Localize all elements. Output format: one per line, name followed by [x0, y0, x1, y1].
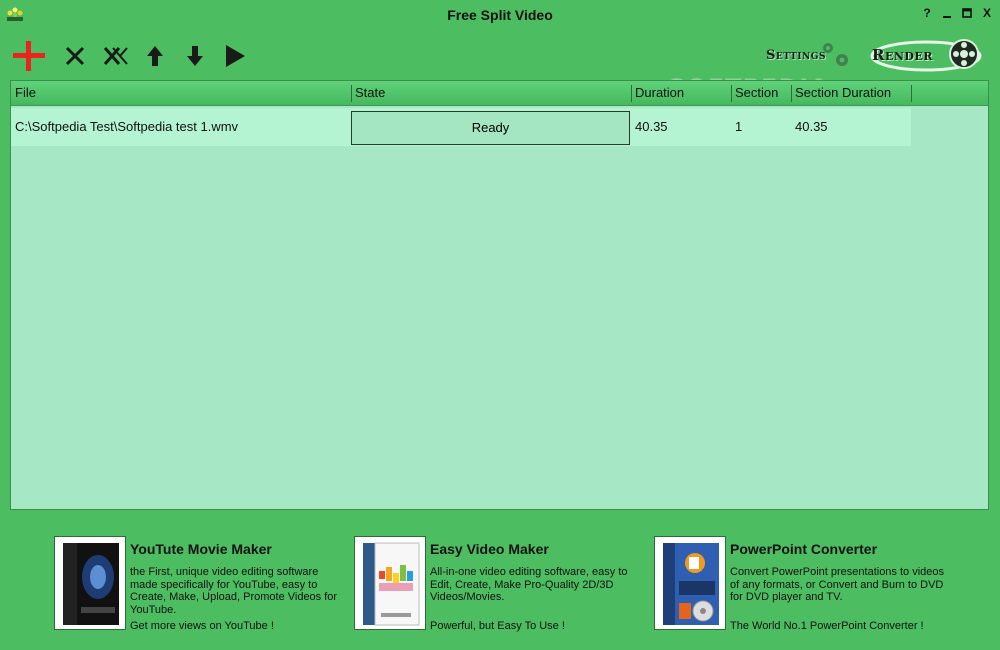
promo-powerpoint-converter[interactable]: PowerPoint Converter Convert PowerPoint … [654, 534, 945, 632]
column-header-file[interactable]: File [11, 81, 351, 106]
settings-button[interactable]: Settings [766, 40, 852, 70]
cell-section: 1 [735, 119, 743, 134]
column-header-section-duration[interactable]: Section Duration [791, 81, 911, 106]
plus-icon [13, 41, 45, 71]
easy-video-maker-box-icon [363, 542, 420, 626]
promo-tagline: Powerful, but Easy To Use ! [430, 620, 565, 632]
youtube-movie-maker-box-icon [63, 543, 119, 625]
render-label: Render [872, 46, 933, 64]
promo-youtube-movie-maker[interactable]: YouTute Movie Maker the First, unique vi… [54, 534, 344, 632]
promo-description: the First, unique video editing software… [130, 566, 338, 616]
render-button[interactable]: Render [868, 36, 984, 74]
file-list-grid[interactable]: File State Duration Section Section Dura… [10, 80, 989, 510]
promo-title[interactable]: YouTute Movie Maker [130, 541, 272, 557]
column-separator[interactable] [911, 85, 912, 102]
minimize-button[interactable] [940, 6, 954, 20]
cell-duration: 40.35 [635, 119, 668, 134]
gear-icon [823, 43, 848, 66]
table-row[interactable]: C:\Softpedia Test\Softpedia test 1.wmv R… [11, 108, 911, 146]
promo-easy-video-maker[interactable]: Easy Video Maker All-in-one video editin… [354, 534, 644, 632]
product-box-image[interactable] [54, 536, 126, 630]
settings-label: Settings [766, 47, 826, 63]
column-header-section[interactable]: Section [731, 81, 791, 106]
minimize-icon [943, 16, 951, 18]
product-box-image[interactable] [354, 536, 426, 630]
cell-file: C:\Softpedia Test\Softpedia test 1.wmv [15, 119, 239, 134]
cell-section-duration: 40.35 [795, 119, 828, 134]
window-title: Free Split Video [447, 7, 553, 23]
maximize-button[interactable] [960, 6, 974, 20]
promo-tagline: Get more views on YouTube ! [130, 620, 274, 632]
promo-description: All-in-one video editing software, easy … [430, 566, 628, 604]
add-file-button[interactable] [11, 36, 47, 76]
arrow-down-icon [187, 46, 203, 66]
clear-all-icon [103, 47, 128, 65]
column-header-duration[interactable]: Duration [631, 81, 731, 106]
product-box-image[interactable] [654, 536, 726, 630]
promo-title[interactable]: Easy Video Maker [430, 541, 549, 557]
title-bar: Free Split Video ? X [0, 0, 1000, 28]
maximize-icon [962, 8, 972, 18]
promo-title[interactable]: PowerPoint Converter [730, 541, 877, 557]
remove-all-button[interactable] [97, 36, 133, 76]
promo-description: Convert PowerPoint presentations to vide… [730, 566, 945, 604]
cell-state: Ready [351, 111, 630, 145]
help-button[interactable]: ? [920, 6, 934, 20]
arrow-up-icon [147, 46, 163, 66]
close-icon [65, 46, 85, 66]
remove-file-button[interactable] [57, 36, 93, 76]
column-header-state[interactable]: State [351, 81, 631, 106]
play-button[interactable] [217, 36, 253, 76]
promo-tagline: The World No.1 PowerPoint Converter ! [730, 620, 924, 632]
promo-panel: YouTute Movie Maker the First, unique vi… [0, 530, 1000, 640]
close-button[interactable]: X [980, 6, 994, 20]
move-up-button[interactable] [137, 36, 173, 76]
play-icon [226, 45, 245, 67]
powerpoint-converter-box-icon [663, 543, 719, 625]
move-down-button[interactable] [177, 36, 213, 76]
grid-header: File State Duration Section Section Dura… [11, 81, 988, 106]
